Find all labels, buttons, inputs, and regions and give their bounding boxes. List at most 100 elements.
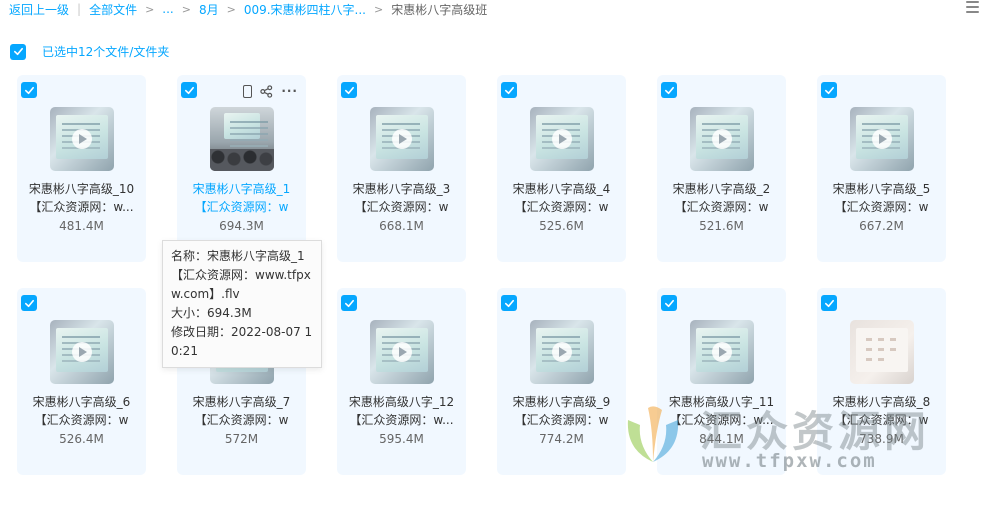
file-card[interactable]: 宋惠彬八字高级_4 【汇众资源网：w 525.6M xyxy=(497,75,626,262)
play-icon xyxy=(72,342,92,362)
file-name[interactable]: 宋惠彬八字高级_5 【汇众资源网：w xyxy=(817,180,946,216)
check-icon xyxy=(13,47,23,56)
file-card[interactable]: 宋惠彬八字高级_9 【汇众资源网：w 774.2M xyxy=(497,288,626,475)
file-size: 668.1M xyxy=(379,219,424,233)
play-icon xyxy=(712,342,732,362)
play-icon xyxy=(872,129,892,149)
chevron-right-icon: > xyxy=(181,2,191,16)
chevron-right-icon: > xyxy=(374,2,384,16)
file-name[interactable]: 宋惠彬八字高级_10 【汇众资源网：w... xyxy=(17,180,146,216)
file-checkbox[interactable] xyxy=(661,82,677,98)
file-checkbox[interactable] xyxy=(21,295,37,311)
file-checkbox[interactable] xyxy=(181,82,197,98)
file-card[interactable]: 宋惠彬八字高级_10 【汇众资源网：w... 481.4M xyxy=(17,75,146,262)
file-name[interactable]: 宋惠彬八字高级_1 【汇众资源网：w xyxy=(177,180,306,216)
file-size: 595.4M xyxy=(379,432,424,446)
back-link[interactable]: 返回上一级 xyxy=(9,1,69,18)
chevron-right-icon: > xyxy=(226,2,236,16)
file-size: 774.2M xyxy=(539,432,584,446)
file-checkbox[interactable] xyxy=(501,82,517,98)
check-icon xyxy=(344,86,354,94)
file-checkbox[interactable] xyxy=(661,295,677,311)
tooltip-name-line: w.com】.flv xyxy=(171,287,240,301)
video-thumbnail[interactable] xyxy=(50,320,114,384)
play-icon xyxy=(72,129,92,149)
check-icon xyxy=(504,299,514,307)
file-card[interactable]: 宋惠彬八字高级_8 【汇众资源网：w 738.9M xyxy=(817,288,946,475)
tooltip-date: 修改日期：2022-08-07 1 xyxy=(171,325,313,339)
file-size: 694.3M xyxy=(219,219,264,233)
breadcrumb-month[interactable]: 8月 xyxy=(199,1,219,18)
breadcrumb: 返回上一级 | 全部文件 > ... > 8月 > 009.宋惠彬四柱八字...… xyxy=(9,0,487,18)
check-icon xyxy=(184,86,194,94)
share-icon[interactable] xyxy=(260,84,273,98)
play-icon xyxy=(392,342,412,362)
file-name[interactable]: 宋惠彬八字高级_3 【汇众资源网：w xyxy=(337,180,466,216)
chevron-right-icon: > xyxy=(145,2,155,16)
file-checkbox[interactable] xyxy=(501,295,517,311)
file-name[interactable]: 宋惠彬八字高级_2 【汇众资源网：w xyxy=(657,180,786,216)
video-thumbnail[interactable] xyxy=(850,107,914,171)
video-thumbnail[interactable] xyxy=(690,320,754,384)
file-info-tooltip: 名称：宋惠彬八字高级_1 【汇众资源网：www.tfpx w.com】.flv … xyxy=(162,240,322,368)
file-card[interactable]: 宋惠彬八字高级_6 【汇众资源网：w 526.4M xyxy=(17,288,146,475)
video-thumbnail[interactable] xyxy=(530,320,594,384)
file-name[interactable]: 宋惠彬高级八字_12 【汇众资源网：w... xyxy=(337,393,466,429)
breadcrumb-folder[interactable]: 009.宋惠彬四柱八字... xyxy=(244,1,366,18)
file-name[interactable]: 宋惠彬八字高级_6 【汇众资源网：w xyxy=(17,393,146,429)
select-all-checkbox[interactable] xyxy=(10,43,26,60)
file-grid: 宋惠彬八字高级_10 【汇众资源网：w... 481.4M ··· 宋惠彬八字高级… xyxy=(17,75,957,485)
file-name[interactable]: 宋惠彬高级八字_11 【汇众资源网：w... xyxy=(657,393,786,429)
file-name[interactable]: 宋惠彬八字高级_9 【汇众资源网：w xyxy=(497,393,626,429)
file-card[interactable]: 宋惠彬八字高级_3 【汇众资源网：w 668.1M xyxy=(337,75,466,262)
play-icon xyxy=(392,129,412,149)
list-view-icon[interactable] xyxy=(966,1,979,13)
more-icon[interactable]: ··· xyxy=(281,84,298,98)
file-checkbox[interactable] xyxy=(341,295,357,311)
check-icon xyxy=(664,299,674,307)
file-name[interactable]: 宋惠彬八字高级_8 【汇众资源网：w xyxy=(817,393,946,429)
video-thumbnail[interactable] xyxy=(530,107,594,171)
play-icon xyxy=(552,342,572,362)
file-size: 526.4M xyxy=(59,432,104,446)
video-thumbnail[interactable] xyxy=(210,107,274,171)
video-thumbnail[interactable] xyxy=(50,107,114,171)
tooltip-size: 大小：694.3M xyxy=(171,306,252,320)
tooltip-date: 0:21 xyxy=(171,344,198,358)
file-card[interactable]: 宋惠彬高级八字_11 【汇众资源网：w... 844.1M xyxy=(657,288,786,475)
phone-icon[interactable] xyxy=(243,84,253,98)
check-icon xyxy=(824,299,834,307)
file-checkbox[interactable] xyxy=(341,82,357,98)
breadcrumb-all-files[interactable]: 全部文件 xyxy=(89,1,137,18)
file-size: 844.1M xyxy=(699,432,744,446)
file-checkbox[interactable] xyxy=(821,82,837,98)
file-size: 667.2M xyxy=(859,219,904,233)
file-size: 521.6M xyxy=(699,219,744,233)
check-icon xyxy=(24,86,34,94)
check-icon xyxy=(504,86,514,94)
file-name[interactable]: 宋惠彬八字高级_7 【汇众资源网：w xyxy=(177,393,306,429)
selection-count: 已选中12个文件/文件夹 xyxy=(42,45,170,59)
play-icon xyxy=(712,129,732,149)
file-name[interactable]: 宋惠彬八字高级_4 【汇众资源网：w xyxy=(497,180,626,216)
video-thumbnail[interactable] xyxy=(690,107,754,171)
file-size: 572M xyxy=(224,432,259,446)
file-card-hovered[interactable]: ··· 宋惠彬八字高级_1 【汇众资源网：w 694.3M xyxy=(177,75,306,262)
breadcrumb-ellipsis[interactable]: ... xyxy=(162,2,173,16)
check-icon xyxy=(824,86,834,94)
file-size: 481.4M xyxy=(59,219,104,233)
file-card[interactable]: 宋惠彬高级八字_12 【汇众资源网：w... 595.4M xyxy=(337,288,466,475)
file-checkbox[interactable] xyxy=(21,82,37,98)
check-icon xyxy=(24,299,34,307)
video-thumbnail[interactable] xyxy=(370,107,434,171)
file-size: 525.6M xyxy=(539,219,584,233)
file-card[interactable]: 宋惠彬八字高级_2 【汇众资源网：w 521.6M xyxy=(657,75,786,262)
tooltip-name-line: 【汇众资源网：www.tfpx xyxy=(171,268,311,282)
select-all-bar: 已选中12个文件/文件夹 xyxy=(10,43,169,60)
video-thumbnail[interactable] xyxy=(370,320,434,384)
check-icon xyxy=(664,86,674,94)
card-actions: ··· xyxy=(235,84,298,98)
file-checkbox[interactable] xyxy=(821,295,837,311)
file-card[interactable]: 宋惠彬八字高级_5 【汇众资源网：w 667.2M xyxy=(817,75,946,262)
video-thumbnail[interactable] xyxy=(850,320,914,384)
